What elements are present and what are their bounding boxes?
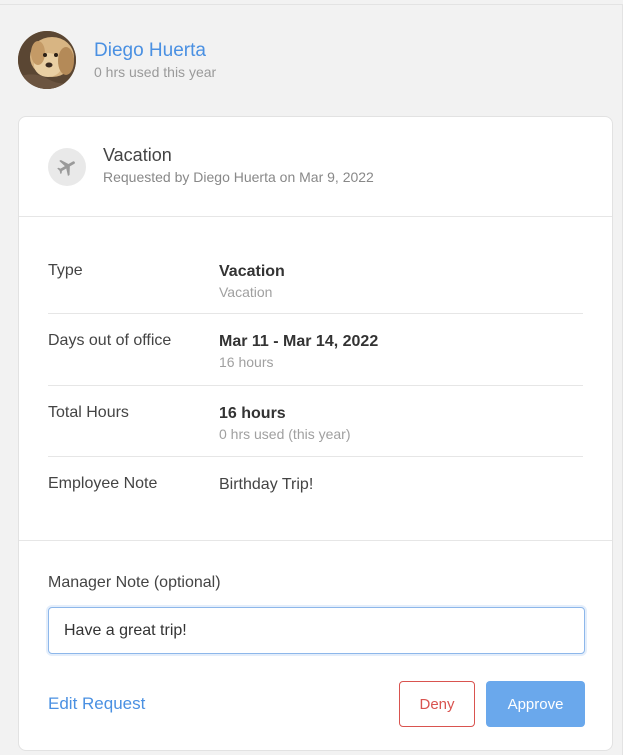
request-subtitle: Requested by Diego Huerta on Mar 9, 2022 [103,168,374,185]
action-bar: Edit Request Deny Approve [48,681,585,727]
detail-value: 16 hours [219,405,286,422]
detail-label: Days out of office [48,332,172,349]
detail-subvalue: 0 hrs used (this year) [219,426,351,442]
edit-request-link[interactable]: Edit Request [48,694,145,714]
manager-note-input[interactable] [48,607,585,654]
detail-row-days: Days out of office Mar 11 - Mar 14, 2022… [48,314,583,386]
manager-section: Manager Note (optional) Edit Request Den… [19,540,612,727]
manager-note-label: Manager Note (optional) [48,574,221,591]
request-details: Type Vacation Vacation Days out of offic… [19,217,612,517]
deny-button[interactable]: Deny [399,681,475,727]
request-title: Vacation [103,144,172,165]
detail-subvalue: 16 hours [219,354,274,370]
detail-label: Total Hours [48,404,129,421]
detail-row-hours: Total Hours 16 hours 0 hrs used (this ye… [48,386,583,457]
approve-button[interactable]: Approve [486,681,585,727]
top-divider [0,4,623,5]
avatar[interactable] [18,31,76,89]
decision-buttons: Deny Approve [399,681,585,727]
detail-value: Mar 11 - Mar 14, 2022 [219,333,379,350]
detail-value: Vacation [219,263,285,280]
request-card: Vacation Requested by Diego Huerta on Ma… [18,116,613,751]
detail-row-note: Employee Note Birthday Trip! [48,457,583,517]
employee-header: Diego Huerta 0 hrs used this year [18,31,216,89]
detail-row-type: Type Vacation Vacation [48,217,583,314]
dog-photo-icon [18,31,76,89]
detail-subvalue: Vacation [219,284,273,300]
detail-value: Birthday Trip! [219,476,314,493]
employee-name[interactable]: Diego Huerta [94,40,216,62]
detail-label: Type [48,262,83,279]
request-type-icon-wrapper [48,147,86,186]
request-header: Vacation Requested by Diego Huerta on Ma… [19,117,612,217]
detail-label: Employee Note [48,475,158,492]
airplane-icon [57,159,75,176]
employee-usage: 0 hrs used this year [94,63,217,80]
